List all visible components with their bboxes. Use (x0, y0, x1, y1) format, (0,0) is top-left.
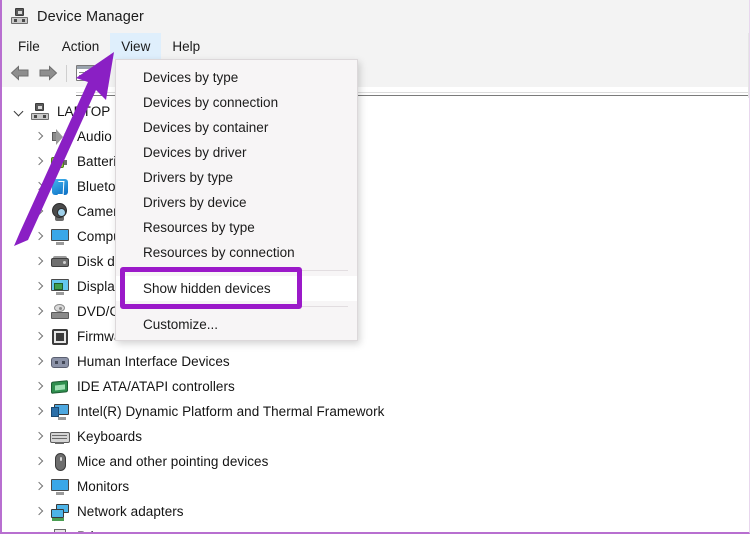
chevron-right-icon[interactable] (32, 180, 46, 194)
chevron-right-icon[interactable] (32, 230, 46, 244)
network-adapter-icon (50, 503, 70, 521)
toolbar-separator (66, 65, 67, 82)
chevron-right-icon[interactable] (32, 205, 46, 219)
menu-option-devices-by-type[interactable]: Devices by type (116, 65, 357, 90)
chevron-right-icon[interactable] (32, 155, 46, 169)
firmware-icon (50, 328, 70, 346)
menu-option-customize[interactable]: Customize... (116, 312, 357, 337)
tree-item-label: Monitors (77, 479, 129, 494)
menu-option-resources-by-connection[interactable]: Resources by connection (116, 240, 357, 265)
view-dropdown-menu: Devices by type Devices by connection De… (115, 59, 358, 341)
properties-button[interactable] (71, 61, 99, 85)
menu-option-drivers-by-type[interactable]: Drivers by type (116, 165, 357, 190)
tree-item-label: Print queues (77, 529, 153, 534)
chevron-right-icon[interactable] (32, 405, 46, 419)
chevron-right-icon[interactable] (32, 280, 46, 294)
menu-option-show-hidden-devices[interactable]: Show hidden devices (116, 276, 357, 301)
chevron-right-icon[interactable] (32, 305, 46, 319)
tree-item-ide-controllers[interactable]: IDE ATA/ATAPI controllers (4, 374, 750, 399)
menu-option-devices-by-container[interactable]: Devices by container (116, 115, 357, 140)
tree-item-label: Keyboards (77, 429, 142, 444)
chevron-right-icon[interactable] (32, 530, 46, 534)
tree-item-label: IDE ATA/ATAPI controllers (77, 379, 235, 394)
monitor-icon (50, 228, 70, 246)
tree-item-label: Mice and other pointing devices (77, 454, 268, 469)
tree-item-mice[interactable]: Mice and other pointing devices (4, 449, 750, 474)
chevron-right-icon[interactable] (32, 380, 46, 394)
tree-item-network-adapters[interactable]: Network adapters (4, 499, 750, 524)
chevron-right-icon[interactable] (32, 255, 46, 269)
dvd-drive-icon (50, 303, 70, 321)
back-button[interactable] (6, 61, 34, 85)
tree-item-monitors[interactable]: Monitors (4, 474, 750, 499)
chevron-right-icon[interactable] (32, 480, 46, 494)
menu-option-devices-by-driver[interactable]: Devices by driver (116, 140, 357, 165)
chevron-right-icon[interactable] (32, 330, 46, 344)
chevron-right-icon[interactable] (32, 355, 46, 369)
tree-item-keyboards[interactable]: Keyboards (4, 424, 750, 449)
computer-icon (30, 103, 50, 121)
battery-icon (50, 153, 70, 171)
menu-action[interactable]: Action (51, 33, 111, 59)
menu-help[interactable]: Help (161, 33, 211, 59)
disk-drive-icon (50, 253, 70, 271)
chevron-right-icon[interactable] (32, 505, 46, 519)
intel-platform-icon (50, 403, 70, 421)
window-title: Device Manager (37, 9, 144, 25)
forward-button[interactable] (34, 61, 62, 85)
properties-icon (76, 65, 95, 81)
tree-item-intel-platform[interactable]: Intel(R) Dynamic Platform and Thermal Fr… (4, 399, 750, 424)
chevron-right-icon[interactable] (32, 455, 46, 469)
tree-item-label: Intel(R) Dynamic Platform and Thermal Fr… (77, 404, 384, 419)
device-manager-icon (11, 8, 28, 25)
device-manager-window: Device Manager File Action View Help (0, 0, 750, 534)
keyboard-icon (50, 428, 70, 446)
menu-option-devices-by-connection[interactable]: Devices by connection (116, 90, 357, 115)
menu-bar: File Action View Help (2, 33, 750, 59)
tree-root-label: LAPTOP (57, 104, 110, 119)
tree-item-label: Network adapters (77, 504, 184, 519)
menu-option-drivers-by-device[interactable]: Drivers by device (116, 190, 357, 215)
monitor-icon (50, 478, 70, 496)
forward-arrow-icon (38, 65, 58, 81)
tree-item-hid[interactable]: Human Interface Devices (4, 349, 750, 374)
back-arrow-icon (10, 65, 30, 81)
printer-icon (50, 528, 70, 534)
title-bar: Device Manager (2, 0, 750, 33)
bluetooth-icon (50, 178, 70, 196)
chevron-down-icon[interactable] (12, 105, 26, 119)
chevron-right-icon[interactable] (32, 130, 46, 144)
chevron-right-icon[interactable] (32, 430, 46, 444)
hid-icon (50, 353, 70, 371)
mouse-icon (50, 453, 70, 471)
tree-item-print-queues[interactable]: Print queues (4, 524, 750, 534)
ide-controller-icon (50, 378, 70, 396)
menu-file[interactable]: File (7, 33, 51, 59)
menu-view[interactable]: View (110, 33, 161, 59)
camera-icon (50, 203, 70, 221)
menu-option-resources-by-type[interactable]: Resources by type (116, 215, 357, 240)
display-adapter-icon (50, 278, 70, 296)
menu-separator (143, 270, 348, 271)
menu-separator (143, 306, 348, 307)
tree-item-label: Human Interface Devices (77, 354, 230, 369)
audio-icon (50, 128, 70, 146)
